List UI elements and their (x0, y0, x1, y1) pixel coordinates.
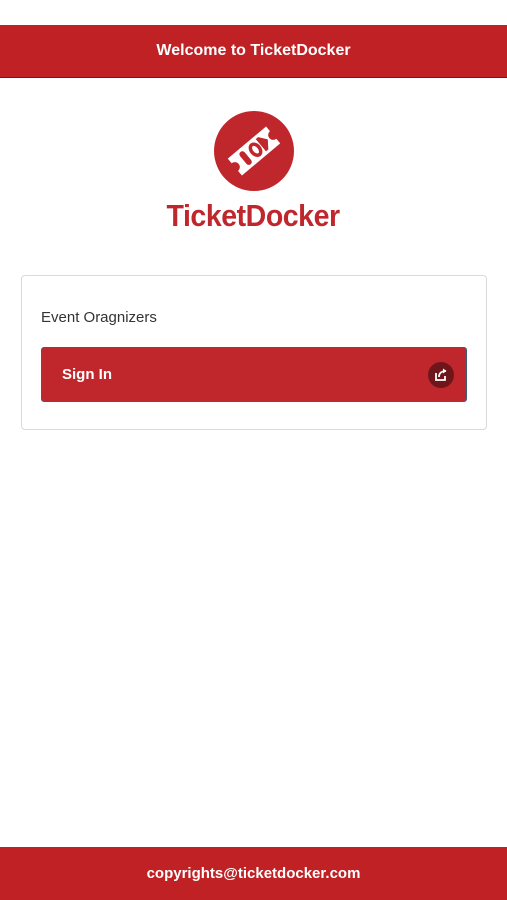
brand-name: TicketDocker (166, 198, 341, 233)
ticket-icon (213, 111, 294, 191)
app-header: Welcome to TicketDocker (0, 25, 507, 78)
logo: TicketDocker (0, 110, 507, 240)
footer: copyrights@ticketdocker.com (0, 847, 507, 900)
organizer-card: Event Oragnizers Sign In (21, 275, 487, 430)
sign-in-label: Sign In (62, 366, 112, 383)
share-icon (428, 361, 454, 388)
footer-copyright: copyrights@ticketdocker.com (146, 865, 361, 882)
sign-in-button[interactable]: Sign In (41, 347, 467, 402)
header-title: Welcome to TicketDocker (156, 42, 351, 59)
card-title: Event Oragnizers (41, 309, 157, 326)
status-bar (0, 0, 507, 25)
